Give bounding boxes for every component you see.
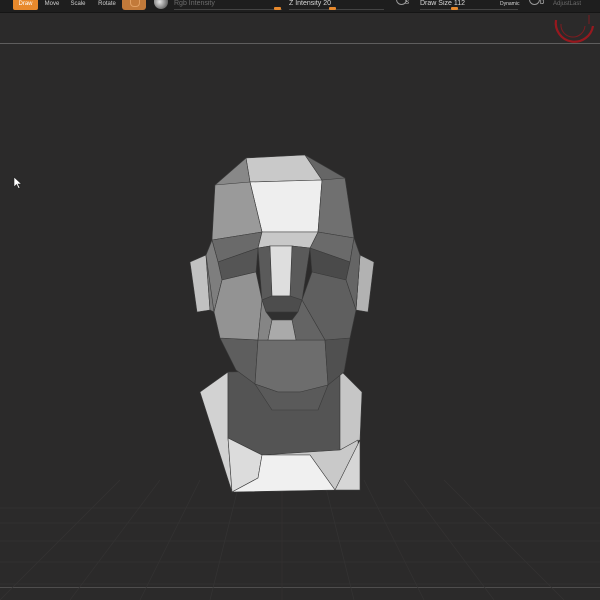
viewport-canvas[interactable] [0, 0, 600, 600]
floor-grid [0, 479, 600, 600]
arrow-cursor-icon [13, 176, 23, 189]
planes-of-head-model[interactable] [189, 154, 375, 493]
